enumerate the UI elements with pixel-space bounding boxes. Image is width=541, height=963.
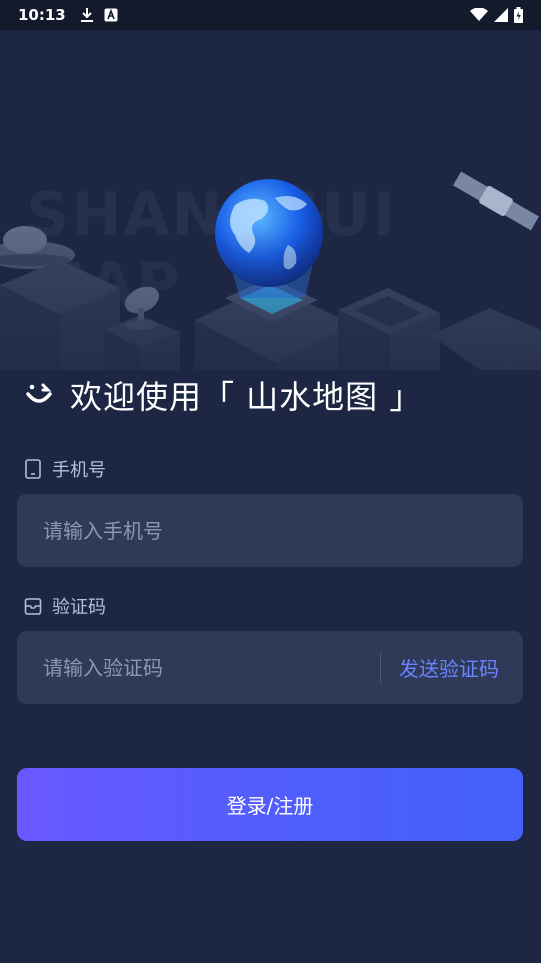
send-code-button[interactable]: 发送验证码 (399, 653, 499, 682)
signal-icon (494, 8, 508, 22)
status-bar: 10:13 (0, 0, 541, 30)
phone-label-text: 手机号 (52, 460, 106, 481)
status-time: 10:13 (18, 6, 66, 24)
battery-icon (514, 7, 523, 23)
status-right-icons (470, 7, 523, 23)
hero-graphic (0, 171, 541, 370)
code-label: 验证码 (24, 593, 106, 619)
phone-input[interactable] (41, 517, 499, 544)
download-icon (80, 8, 93, 22)
code-input-box[interactable]: 发送验证码 (17, 631, 523, 704)
login-register-button[interactable]: 登录/注册 (17, 768, 523, 841)
wifi-icon (470, 8, 488, 21)
welcome-heading: 欢迎使用「 山水地图 」 (24, 372, 422, 418)
satellite-icon (453, 171, 539, 231)
code-input[interactable] (41, 654, 362, 681)
phone-icon (25, 459, 41, 479)
phone-input-box[interactable] (17, 494, 523, 567)
phone-label: 手机号 (24, 456, 106, 482)
smile-icon (26, 383, 52, 403)
status-left-icons (80, 7, 118, 23)
keyboard-icon (104, 8, 118, 22)
welcome-text: 欢迎使用「 山水地图 」 (70, 378, 423, 416)
code-label-text: 验证码 (52, 597, 106, 618)
hero-illustration: SHANSHUI MAP (0, 30, 541, 370)
code-divider (380, 651, 381, 684)
inbox-icon (24, 598, 42, 615)
